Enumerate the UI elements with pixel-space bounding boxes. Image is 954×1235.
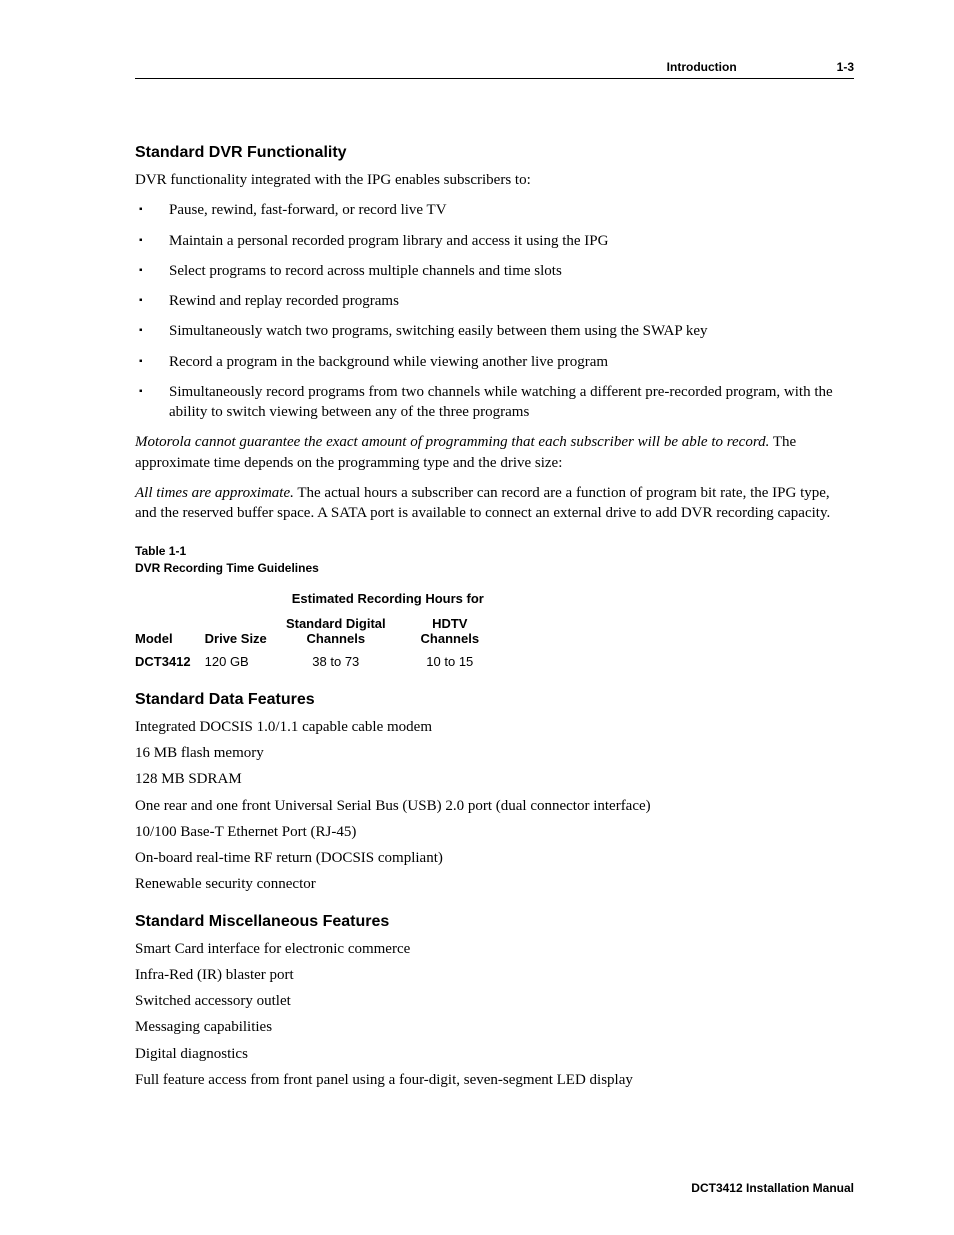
table-row: Model Drive Size Standard Digital Channe… xyxy=(135,612,509,650)
list-item: Renewable security connector xyxy=(135,874,854,894)
list-item: Maintain a personal recorded program lib… xyxy=(135,231,854,251)
list-item: 10/100 Base-T Ethernet Port (RJ-45) xyxy=(135,822,854,842)
dvr-intro: DVR functionality integrated with the IP… xyxy=(135,170,854,190)
col-hdtv: HDTV Channels xyxy=(405,612,509,650)
list-item: Messaging capabilities xyxy=(135,1017,854,1037)
header-section: Introduction xyxy=(667,60,737,74)
list-item: 128 MB SDRAM xyxy=(135,769,854,789)
list-item: Smart Card interface for electronic comm… xyxy=(135,939,854,959)
list-item: Integrated DOCSIS 1.0/1.1 capable cable … xyxy=(135,717,854,737)
list-item: Switched accessory outlet xyxy=(135,991,854,1011)
cell-standard: 38 to 73 xyxy=(281,650,405,673)
note-emphasis: Motorola cannot guarantee the exact amou… xyxy=(135,434,769,450)
list-item: Full feature access from front panel usi… xyxy=(135,1070,854,1090)
col-drive: Drive Size xyxy=(205,612,281,650)
heading-data-features: Standard Data Features xyxy=(135,691,854,709)
dvr-note-2: All times are approximate. The actual ho… xyxy=(135,483,854,524)
table-title: DVR Recording Time Guidelines xyxy=(135,560,854,577)
heading-dvr-functionality: Standard DVR Functionality xyxy=(135,144,854,162)
misc-features-list: Smart Card interface for electronic comm… xyxy=(135,939,854,1091)
page-content: Introduction 1-3 Standard DVR Functional… xyxy=(0,0,954,1136)
page-header: Introduction 1-3 xyxy=(135,60,854,79)
dvr-bullet-list: Pause, rewind, fast-forward, or record l… xyxy=(135,200,854,422)
col-model: Model xyxy=(135,612,205,650)
data-features-list: Integrated DOCSIS 1.0/1.1 capable cable … xyxy=(135,717,854,895)
recording-time-table: Estimated Recording Hours for Model Driv… xyxy=(135,587,509,673)
table-number: Table 1-1 xyxy=(135,543,854,560)
cell-model: DCT3412 xyxy=(135,650,205,673)
table-caption: Table 1-1 DVR Recording Time Guidelines xyxy=(135,543,854,577)
table-row: DCT3412 120 GB 38 to 73 10 to 15 xyxy=(135,650,509,673)
cell-drive: 120 GB xyxy=(205,650,281,673)
table-span-header: Estimated Recording Hours for xyxy=(281,587,509,612)
list-item: One rear and one front Universal Serial … xyxy=(135,796,854,816)
table-row: Estimated Recording Hours for xyxy=(135,587,509,612)
header-page-number: 1-3 xyxy=(837,60,854,74)
dvr-note-1: Motorola cannot guarantee the exact amou… xyxy=(135,432,854,473)
list-item: Digital diagnostics xyxy=(135,1044,854,1064)
list-item: Pause, rewind, fast-forward, or record l… xyxy=(135,200,854,220)
list-item: Rewind and replay recorded programs xyxy=(135,291,854,311)
list-item: Record a program in the background while… xyxy=(135,352,854,372)
footer-manual-title: DCT3412 Installation Manual xyxy=(691,1181,854,1195)
list-item: On-board real-time RF return (DOCSIS com… xyxy=(135,848,854,868)
list-item: 16 MB flash memory xyxy=(135,743,854,763)
list-item: Infra-Red (IR) blaster port xyxy=(135,965,854,985)
note-emphasis: All times are approximate. xyxy=(135,485,294,501)
heading-misc-features: Standard Miscellaneous Features xyxy=(135,913,854,931)
col-standard: Standard Digital Channels xyxy=(281,612,405,650)
list-item: Simultaneously watch two programs, switc… xyxy=(135,321,854,341)
list-item: Select programs to record across multipl… xyxy=(135,261,854,281)
cell-hdtv: 10 to 15 xyxy=(405,650,509,673)
list-item: Simultaneously record programs from two … xyxy=(135,382,854,423)
